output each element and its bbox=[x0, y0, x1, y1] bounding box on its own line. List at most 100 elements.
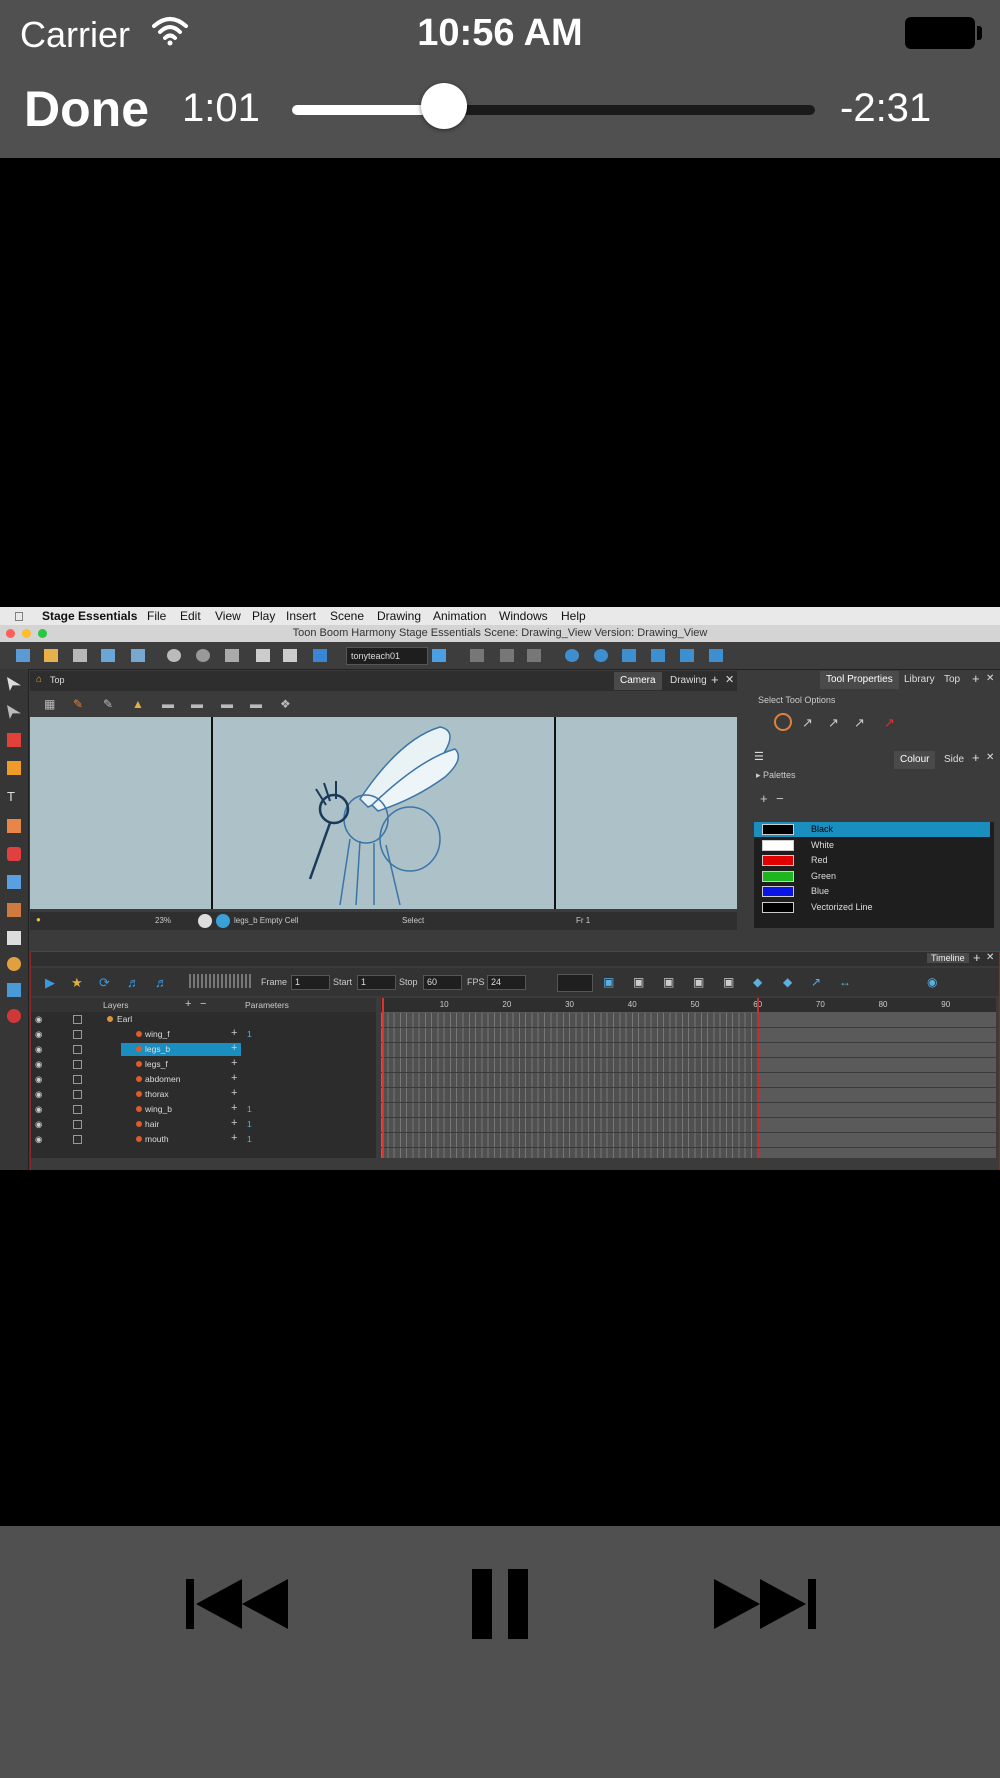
paste-icon[interactable] bbox=[283, 649, 297, 662]
pencil-icon[interactable] bbox=[7, 761, 21, 775]
close-panel-icon[interactable]: ✕ bbox=[986, 952, 994, 963]
menu-view[interactable]: View bbox=[215, 609, 241, 623]
loop-icon[interactable]: ⟳ bbox=[99, 975, 110, 991]
layer-lock-icon[interactable] bbox=[73, 1060, 82, 1069]
transform-icon[interactable] bbox=[565, 649, 579, 662]
visibility-icon[interactable]: ◉ bbox=[35, 1104, 42, 1115]
pause-icon[interactable] bbox=[472, 1569, 528, 1644]
palettes-toggle[interactable]: ▸ Palettes bbox=[756, 770, 796, 781]
timeline-tool-icon[interactable]: ▣ bbox=[603, 975, 614, 989]
select-red-icon[interactable]: ↗ bbox=[884, 715, 895, 731]
add-layer-icon[interactable]: + bbox=[185, 998, 191, 1010]
refresh-icon[interactable] bbox=[131, 649, 145, 662]
skip-back-icon[interactable] bbox=[186, 1579, 290, 1634]
visibility-icon[interactable]: ◉ bbox=[35, 1044, 42, 1055]
menu-insert[interactable]: Insert bbox=[286, 609, 316, 623]
select-mode-icon[interactable]: ↗ bbox=[828, 715, 839, 731]
layer-lock-icon[interactable] bbox=[73, 1090, 82, 1099]
contour-arrow-icon[interactable] bbox=[7, 705, 21, 719]
visibility-icon[interactable]: ◉ bbox=[35, 1029, 42, 1040]
expand-layer-icon[interactable]: + bbox=[231, 1027, 237, 1039]
save-as-icon[interactable] bbox=[101, 649, 115, 662]
visibility-icon[interactable]: ◉ bbox=[35, 1119, 42, 1130]
draw-icon[interactable]: ✎ bbox=[73, 697, 83, 711]
menu-animation[interactable]: Animation bbox=[433, 609, 486, 623]
flip-icon[interactable] bbox=[680, 649, 694, 662]
tab-camera[interactable]: Camera bbox=[614, 672, 662, 690]
layer-row[interactable]: ◉ hair +1 bbox=[31, 1117, 373, 1131]
skew-icon[interactable] bbox=[651, 649, 665, 662]
render-icon[interactable] bbox=[313, 649, 327, 662]
tab-colour[interactable]: Colour bbox=[894, 751, 936, 769]
expand-layer-icon[interactable]: + bbox=[231, 1087, 237, 1099]
eraser-icon[interactable] bbox=[7, 819, 21, 833]
add-colour-icon[interactable]: + bbox=[760, 791, 768, 806]
morph-icon[interactable] bbox=[7, 957, 21, 971]
palette-colour-item[interactable]: Blue bbox=[754, 884, 990, 899]
onion-skin-icon[interactable]: ❖ bbox=[280, 697, 291, 711]
cut-icon[interactable] bbox=[225, 649, 239, 662]
menu-windows[interactable]: Windows bbox=[499, 609, 548, 623]
light-table-icon[interactable]: ▲ bbox=[132, 697, 144, 711]
layer-lock-icon[interactable] bbox=[73, 1105, 82, 1114]
view-breadcrumb[interactable]: Top bbox=[50, 675, 65, 685]
play-icon[interactable]: ▶ bbox=[45, 975, 55, 991]
lasso-icon[interactable] bbox=[774, 713, 792, 731]
layer-row[interactable]: ◉ wing_b +1 bbox=[31, 1102, 373, 1116]
fps-field[interactable]: 24 bbox=[487, 975, 526, 990]
home-icon[interactable]: ⌂ bbox=[36, 674, 42, 685]
add-panel-icon[interactable]: + bbox=[972, 671, 980, 686]
tool-icon[interactable] bbox=[500, 649, 514, 662]
layer-row[interactable]: ◉ legs_b + bbox=[31, 1042, 373, 1056]
tab-library[interactable]: Library bbox=[898, 671, 941, 689]
new-icon[interactable] bbox=[16, 649, 30, 662]
layer-lock-icon[interactable] bbox=[73, 1030, 82, 1039]
reset-icon[interactable] bbox=[709, 649, 723, 662]
visibility-icon[interactable]: ◉ bbox=[35, 1059, 42, 1070]
user-dropdown[interactable]: tonyteach01 bbox=[346, 647, 428, 665]
layer-lock-icon[interactable] bbox=[73, 1075, 82, 1084]
remove-layer-icon[interactable]: − bbox=[200, 998, 206, 1010]
scrubber-track[interactable] bbox=[292, 105, 815, 115]
tab-drawing[interactable]: Drawing bbox=[664, 672, 713, 690]
drawing-canvas[interactable] bbox=[30, 717, 737, 909]
expand-layer-icon[interactable]: + bbox=[231, 1117, 237, 1129]
layer-lock-icon[interactable] bbox=[73, 1120, 82, 1129]
timeline-tool-icon[interactable]: ▣ bbox=[663, 975, 674, 989]
line-tool-icon[interactable] bbox=[7, 875, 21, 889]
active-frame-range[interactable] bbox=[381, 1013, 758, 1158]
zoom-level[interactable]: 23% bbox=[155, 916, 171, 925]
tab-timeline[interactable]: Timeline bbox=[927, 953, 969, 963]
timeline-tool-icon[interactable]: ▣ bbox=[693, 975, 704, 989]
window-minimize-button[interactable] bbox=[22, 629, 31, 638]
menu-help[interactable]: Help bbox=[561, 609, 586, 623]
undo-icon[interactable] bbox=[167, 649, 181, 662]
layer-icon[interactable]: ▬ bbox=[162, 697, 174, 711]
tab-tool-properties[interactable]: Tool Properties bbox=[820, 671, 899, 689]
scale-icon[interactable] bbox=[622, 649, 636, 662]
tab-top[interactable]: Top bbox=[938, 671, 966, 689]
layer-row[interactable]: ◉ legs_f + bbox=[31, 1057, 373, 1071]
save-icon[interactable] bbox=[73, 649, 87, 662]
tab-side[interactable]: Side bbox=[938, 751, 970, 769]
add-panel-icon[interactable]: + bbox=[972, 750, 980, 765]
ease-dropdown[interactable] bbox=[557, 974, 593, 992]
start-field[interactable]: 1 bbox=[357, 975, 396, 990]
play-sel-icon[interactable]: ★ bbox=[71, 975, 83, 991]
keyframe-icon[interactable]: ◆ bbox=[753, 975, 762, 989]
rotate-icon[interactable] bbox=[594, 649, 608, 662]
expand-layer-icon[interactable]: + bbox=[231, 1042, 237, 1054]
onion-skin-icon[interactable]: ◉ bbox=[927, 975, 937, 989]
keyframe-icon[interactable]: ◆ bbox=[783, 975, 792, 989]
view-icon[interactable] bbox=[432, 649, 446, 662]
ink-icon[interactable] bbox=[7, 1009, 21, 1023]
layer-row[interactable]: ◉ mouth +1 bbox=[31, 1132, 373, 1146]
layer-icon[interactable]: ▬ bbox=[221, 697, 233, 711]
tool-icon[interactable] bbox=[527, 649, 541, 662]
visibility-icon[interactable]: ◉ bbox=[35, 1074, 42, 1085]
palette-colour-item[interactable]: White bbox=[754, 838, 990, 853]
palette-colour-item[interactable]: Vectorized Line bbox=[754, 900, 990, 915]
panel-menu-icon[interactable]: ☰ bbox=[754, 750, 764, 763]
expand-layer-icon[interactable]: + bbox=[231, 1057, 237, 1069]
layer-lock-icon[interactable] bbox=[73, 1135, 82, 1144]
